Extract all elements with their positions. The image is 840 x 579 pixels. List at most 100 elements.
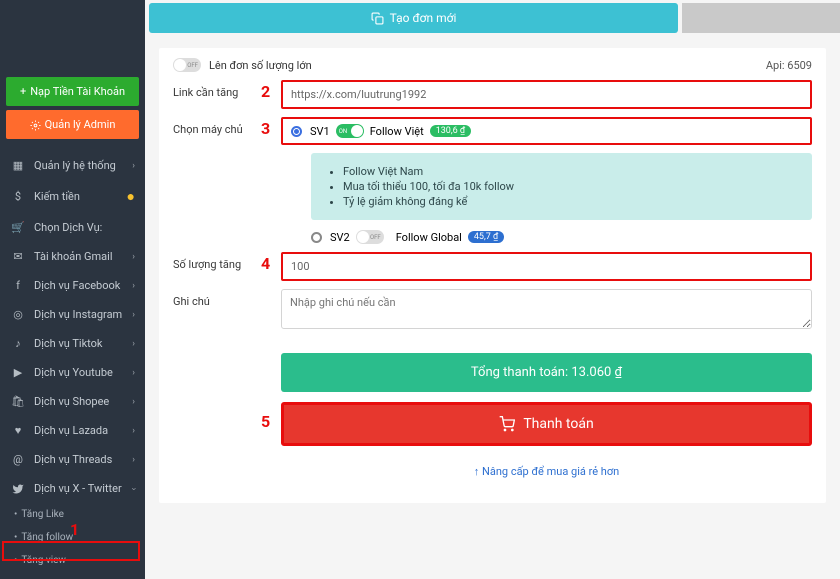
add-funds-button[interactable]: + Nạp Tiền Tài Khoản [6, 77, 139, 106]
chevron-right-icon: › [132, 161, 135, 171]
radio-sv2[interactable] [311, 232, 322, 243]
mail-icon: ✉ [10, 250, 26, 263]
new-order-button[interactable]: Tạo đơn mới [149, 3, 678, 33]
row-note: Ghi chú [173, 289, 812, 333]
upgrade-link[interactable]: ↑ Nâng cấp để mua giá rẻ hơn [474, 465, 619, 478]
new-order-label: Tạo đơn mới [390, 11, 457, 25]
sidebar-item-gmail[interactable]: ✉ Tài khoản Gmail › [0, 242, 145, 271]
total-bar: Tổng thanh toán: 13.060 ₫ [281, 353, 812, 392]
sidebar-sub-items: •Tăng Like •Tăng follow •Tăng view [0, 503, 145, 572]
instagram-icon: ◎ [10, 308, 26, 321]
plus-icon: + [20, 85, 26, 98]
sv2-toggle[interactable]: OFF [356, 230, 384, 244]
sidebar-item-label: Chọn Dịch Vụ: [34, 221, 135, 234]
cart-icon: 🛒 [10, 221, 26, 234]
sidebar-item-label: Dịch vụ Youtube [34, 366, 132, 379]
chevron-right-icon: › [132, 310, 135, 320]
sub-item-label: Tăng follow [21, 532, 73, 543]
row-server: Chọn máy chủ 3 SV1 ON Follow Việt 130,6 … [173, 117, 812, 244]
chevron-right-icon: › [132, 368, 135, 378]
info-item: Follow Việt Nam [343, 165, 798, 178]
cart-icon [499, 416, 515, 432]
sidebar-item-label: Dịch vụ Facebook [34, 279, 132, 292]
sidebar-item-threads[interactable]: @ Dịch vụ Threads › [0, 445, 145, 474]
sidebar-spacer [0, 0, 145, 75]
form-card: OFF Lên đơn số lượng lớn Api: 6509 Link … [159, 48, 826, 503]
sidebar-item-instagram[interactable]: ◎ Dịch vụ Instagram › [0, 300, 145, 329]
sub-item-view[interactable]: •Tăng view [4, 549, 145, 572]
sidebar-item-earn[interactable]: $ Kiếm tiền ● [0, 180, 145, 213]
sidebar-item-label: Kiếm tiền [34, 190, 127, 203]
qty-label: Số lượng tăng [173, 252, 281, 271]
heart-icon: ♥ [10, 424, 26, 437]
form-top-row: OFF Lên đơn số lượng lớn Api: 6509 [173, 58, 812, 72]
sidebar-item-twitter[interactable]: Dịch vụ X - Twitter › [0, 474, 145, 503]
sidebar-item-youtube[interactable]: ▶ Dịch vụ Youtube › [0, 358, 145, 387]
sidebar-item-label: Dịch vụ Threads [34, 453, 132, 466]
copy-icon [371, 11, 384, 25]
dollar-icon: $ [10, 190, 26, 203]
sv1-follow: Follow Việt [370, 125, 424, 138]
sidebar-item-label: Dịch vụ X - Twitter [34, 482, 132, 495]
admin-label: Quản lý Admin [45, 118, 116, 131]
server-sv1-option[interactable]: SV1 ON Follow Việt 130,6 ₫ [281, 117, 812, 145]
sidebar-item-label: Dịch vụ Instagram [34, 308, 132, 321]
row-qty: Số lượng tăng 4 [173, 252, 812, 281]
qty-input[interactable] [281, 252, 812, 281]
sub-item-follow[interactable]: •Tăng follow [4, 526, 145, 549]
gear-icon [30, 118, 41, 131]
chevron-down-icon: › [129, 487, 139, 490]
row-actions: Tổng thanh toán: 13.060 ₫ 5 Thanh toán ↑… [173, 341, 812, 479]
radio-sv1[interactable] [291, 126, 302, 137]
row-link: Link cần tăng 2 [173, 80, 812, 109]
chevron-right-icon: › [132, 426, 135, 436]
bag-icon: 🛍 [10, 395, 26, 408]
sub-item-label: Tăng Like [21, 509, 64, 520]
tiktok-icon: ♪ [10, 337, 26, 350]
topbar-grey-area [682, 3, 840, 33]
sv2-follow: Follow Global [396, 231, 462, 244]
sv1-toggle[interactable]: ON [336, 124, 364, 138]
admin-button[interactable]: Quản lý Admin [6, 110, 139, 139]
sv2-name: SV2 [330, 231, 350, 244]
info-item: Tỷ lệ giảm không đáng kể [343, 195, 798, 208]
sidebar-item-facebook[interactable]: f Dịch vụ Facebook › [0, 271, 145, 300]
link-input[interactable] [281, 80, 812, 109]
note-label: Ghi chú [173, 289, 281, 308]
note-textarea[interactable] [281, 289, 812, 329]
sv2-price-badge: 45,7 ₫ [468, 231, 504, 243]
server-sv2-option[interactable]: SV2 OFF Follow Global 45,7 ₫ [281, 228, 812, 244]
facebook-icon: f [10, 279, 26, 292]
twitter-icon [10, 482, 26, 495]
chevron-right-icon: › [132, 281, 135, 291]
pay-button[interactable]: Thanh toán [281, 402, 812, 446]
sidebar-item-label: Dịch vụ Shopee [34, 395, 132, 408]
server-label: Chọn máy chủ [173, 117, 281, 136]
sub-item-label: Tăng view [21, 555, 66, 566]
sidebar-item-label: Tài khoản Gmail [34, 250, 132, 263]
sidebar-item-services[interactable]: 🛒 Chọn Dịch Vụ: [0, 213, 145, 242]
sub-item-like[interactable]: •Tăng Like [4, 503, 145, 526]
pay-label: Thanh toán [523, 416, 593, 432]
sidebar-item-label: Dịch vụ Tiktok [34, 337, 132, 350]
sidebar-item-shopee[interactable]: 🛍 Dịch vụ Shopee › [0, 387, 145, 416]
youtube-icon: ▶ [10, 366, 26, 379]
chevron-right-icon: › [132, 339, 135, 349]
grid-icon: ▦ [10, 159, 26, 172]
upgrade-row: ↑ Nâng cấp để mua giá rẻ hơn [281, 460, 812, 479]
at-icon: @ [10, 453, 26, 466]
sidebar-item-label: Quản lý hệ thống [34, 159, 132, 172]
add-funds-label: Nạp Tiền Tài Khoản [30, 85, 125, 98]
sv1-name: SV1 [310, 125, 330, 138]
bulk-label: Lên đơn số lượng lớn [209, 59, 312, 72]
sidebar: + Nạp Tiền Tài Khoản Quản lý Admin ▦ Quả… [0, 0, 145, 579]
sidebar-item-lazada[interactable]: ♥ Dịch vụ Lazada › [0, 416, 145, 445]
sidebar-item-system[interactable]: ▦ Quản lý hệ thống › [0, 151, 145, 180]
bulk-toggle[interactable]: OFF [173, 58, 201, 72]
chevron-right-icon: › [132, 252, 135, 262]
topbar: Tạo đơn mới [145, 0, 840, 36]
link-label: Link cần tăng [173, 80, 281, 99]
sidebar-item-label: Dịch vụ Lazada [34, 424, 132, 437]
api-label: Api: 6509 [766, 59, 812, 72]
sidebar-item-tiktok[interactable]: ♪ Dịch vụ Tiktok › [0, 329, 145, 358]
